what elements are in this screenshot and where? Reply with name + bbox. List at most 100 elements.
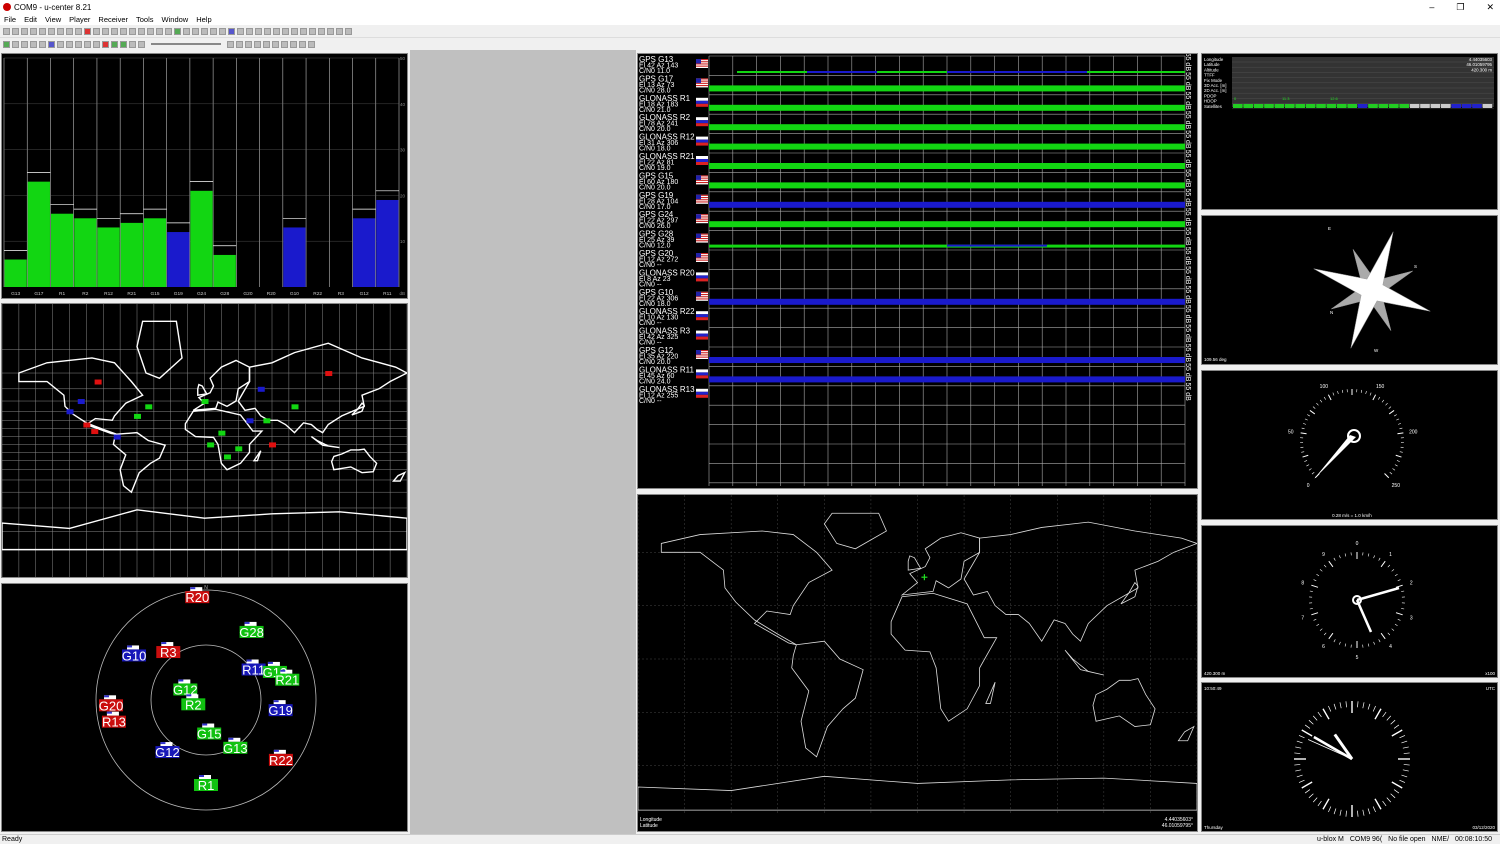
toolbar-button-7[interactable] (66, 28, 73, 35)
menu-view[interactable]: View (41, 15, 65, 24)
player-button-12[interactable] (111, 40, 118, 48)
toolbar-button-38[interactable] (345, 28, 352, 35)
toolbar-button-4[interactable] (39, 28, 46, 35)
level-bar (807, 71, 877, 73)
speedo-tick (1332, 392, 1335, 396)
toolbar-button-1[interactable] (12, 28, 19, 35)
toolbar-button-34[interactable] (309, 28, 316, 35)
toolbar-button-37[interactable] (336, 28, 343, 35)
view-button-6[interactable] (281, 40, 288, 48)
toolbar-button-31[interactable] (282, 28, 289, 35)
view-button-2[interactable] (245, 40, 252, 48)
view-button-5[interactable] (272, 40, 279, 48)
toolbar-button-36[interactable] (327, 28, 334, 35)
altimeter-window[interactable]: 0 1 2 3 4 5 6 7 8 9 420.300 m x100 (1201, 525, 1498, 678)
player-button-4[interactable] (39, 40, 46, 48)
toolbar-button-25[interactable] (228, 28, 235, 35)
toolbar-button-15[interactable] (138, 28, 145, 35)
clock-tick (1339, 702, 1342, 709)
toolbar-button-16[interactable] (147, 28, 154, 35)
toolbar-button-19[interactable] (174, 28, 181, 35)
view-button-3[interactable] (254, 40, 261, 48)
player-button-10[interactable] (93, 40, 100, 48)
sky-satellite-label: R1 (198, 778, 215, 793)
menu-help[interactable]: Help (192, 15, 215, 24)
toolbar-button-11[interactable] (102, 28, 109, 35)
clock-window[interactable]: 10:50:49 UTC Thursday 03/12/2020 (1201, 682, 1498, 832)
view-button-9[interactable] (308, 40, 315, 48)
toolbar-button-32[interactable] (291, 28, 298, 35)
toolbar-button-8[interactable] (75, 28, 82, 35)
player-button-7[interactable] (66, 40, 73, 48)
toolbar-button-10[interactable] (93, 28, 100, 35)
menu-window[interactable]: Window (158, 15, 193, 24)
player-button-6[interactable] (57, 40, 64, 48)
toolbar-button-24[interactable] (219, 28, 226, 35)
view-button-7[interactable] (290, 40, 297, 48)
compass-window[interactable]: N E S W 109.56 deg (1201, 215, 1498, 365)
toolbar-button-30[interactable] (273, 28, 280, 35)
sky-view-window[interactable]: N R20 R3 G10 G28 R11 G12 G13 R21 R2 G19 G20 R13 G15 G1… (1, 583, 408, 832)
menu-player[interactable]: Player (65, 15, 94, 24)
playback-slider[interactable] (151, 43, 221, 45)
toolbar-button-20[interactable] (183, 28, 190, 35)
toolbar-button-0[interactable] (3, 28, 10, 35)
toolbar-button-12[interactable] (111, 28, 118, 35)
speedometer-window[interactable]: 0 50 100 150 200 250 0.28 m/s = 1.0 km/h (1201, 370, 1498, 520)
player-button-1[interactable] (12, 40, 19, 48)
menu-receiver[interactable]: Receiver (94, 15, 132, 24)
speedo-tick (1302, 423, 1306, 425)
toolbar-button-5[interactable] (48, 28, 55, 35)
player-button-2[interactable] (21, 40, 28, 48)
player-button-15[interactable] (138, 40, 145, 48)
data-window[interactable]: Longitude 4.44035603 Latitude 46.01059795 Al… (1201, 53, 1498, 210)
satellite-level-window[interactable]: GPS G13 El 42 Az 143 C/N0 11.0 55 dB GPS G17… (637, 53, 1198, 489)
toolbar-button-6[interactable] (57, 28, 64, 35)
toolbar-button-23[interactable] (210, 28, 217, 35)
player-button-3[interactable] (30, 40, 37, 48)
menu-file[interactable]: File (0, 15, 20, 24)
toolbar-button-13[interactable] (120, 28, 127, 35)
sky-satellite-flag-canton (106, 711, 112, 714)
player-button-5[interactable] (48, 40, 55, 48)
menu-tools[interactable]: Tools (132, 15, 158, 24)
toolbar-button-17[interactable] (156, 28, 163, 35)
close-button[interactable]: ✕ (1486, 0, 1494, 14)
minimize-button[interactable]: – (1429, 0, 1434, 14)
player-button-9[interactable] (84, 40, 91, 48)
toolbar-button-33[interactable] (300, 28, 307, 35)
player-button-13[interactable] (120, 40, 127, 48)
cn0-chart-window[interactable]: 50 40 30 20 10 G13 G17 R1 R2 R12 R21 G15 G19 G24 G28 G2… (1, 53, 408, 299)
player-button-0[interactable] (3, 40, 10, 48)
toolbar-button-14[interactable] (129, 28, 136, 35)
toolbar-button-35[interactable] (318, 28, 325, 35)
view-button-0[interactable] (227, 40, 234, 48)
toolbar-button-2[interactable] (21, 28, 28, 35)
player-button-8[interactable] (75, 40, 82, 48)
alti-tick (1401, 608, 1405, 610)
toolbar-button-3[interactable] (30, 28, 37, 35)
toolbar-button-26[interactable] (237, 28, 244, 35)
continent-outline (197, 383, 208, 397)
restore-button[interactable]: ❐ (1456, 0, 1464, 14)
map-window[interactable]: Longitude Latitude 4.44035603° 46.010597… (637, 494, 1199, 832)
player-button-11[interactable] (102, 40, 109, 48)
world-view-window[interactable] (1, 303, 409, 578)
player-button-14[interactable] (129, 40, 136, 48)
toolbar-button-18[interactable] (165, 28, 172, 35)
toolbar-button-22[interactable] (201, 28, 208, 35)
toolbar-button-29[interactable] (264, 28, 271, 35)
toolbar-button-21[interactable] (192, 28, 199, 35)
view-button-1[interactable] (236, 40, 243, 48)
speedo-tick (1372, 394, 1377, 401)
toolbar-button-27[interactable] (246, 28, 253, 35)
cn0-bar (120, 222, 143, 287)
cn0-unit-label: dB (399, 291, 405, 296)
toolbar-button-28[interactable] (255, 28, 262, 35)
view-button-8[interactable] (299, 40, 306, 48)
sky-satellite-flag-canton (178, 679, 184, 682)
menu-edit[interactable]: Edit (20, 15, 41, 24)
toolbar-button-9[interactable] (84, 28, 91, 35)
alti-tick (1380, 632, 1386, 640)
view-button-4[interactable] (263, 40, 270, 48)
